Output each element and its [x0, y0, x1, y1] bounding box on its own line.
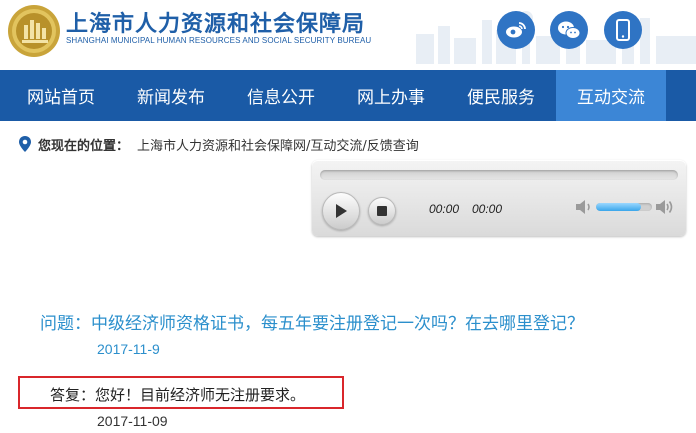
wechat-link[interactable] — [550, 11, 588, 49]
nav-item-home[interactable]: 网站首页 — [6, 70, 116, 121]
main-nav: 网站首页 新闻发布 信息公开 网上办事 便民服务 互动交流 — [0, 70, 696, 121]
stop-button[interactable] — [368, 197, 396, 225]
wechat-icon — [558, 21, 581, 39]
volume-up-icon[interactable] — [654, 198, 674, 216]
nav-item-interaction[interactable]: 互动交流 — [556, 70, 666, 121]
site-header: 上海市人力资源和社会保障局 SHANGHAI MUNICIPAL HUMAN R… — [0, 0, 696, 64]
weibo-icon — [506, 22, 526, 38]
current-time: 00:00 — [429, 202, 460, 216]
breadcrumb-prefix: 您现在的位置： — [38, 138, 130, 154]
location-pin-icon — [19, 136, 31, 152]
answer-date: 2017-11-09 — [97, 413, 168, 429]
city-skyline-illustration — [416, 11, 696, 64]
audio-player: 00:00 00:00 — [312, 160, 686, 236]
site-title: 上海市人力资源和社会保障局 — [66, 12, 366, 37]
stop-icon — [377, 206, 387, 216]
nav-item-news[interactable]: 新闻发布 — [116, 70, 226, 121]
breadcrumb: 您现在的位置： 上海市人力资源和社会保障网/ 互动交流/ 反馈查询 — [18, 133, 419, 155]
breadcrumb-link-feedback[interactable]: 反馈查询 — [367, 135, 419, 154]
mobile-icon — [616, 19, 630, 41]
play-button[interactable] — [322, 192, 360, 230]
audio-progress-track[interactable] — [320, 170, 678, 180]
volume-slider[interactable] — [596, 203, 652, 211]
breadcrumb-link-home[interactable]: 上海市人力资源和社会保障网/ — [137, 135, 310, 154]
nav-item-public-services[interactable]: 便民服务 — [446, 70, 556, 121]
site-subtitle: SHANGHAI MUNICIPAL HUMAN RESOURCES AND S… — [66, 36, 372, 45]
question-date: 2017-11-9 — [97, 341, 160, 357]
question-text: 问题：中级经济师资格证书，每五年要注册登记一次吗？在去哪里登记？ — [40, 314, 584, 334]
nav-item-info[interactable]: 信息公开 — [226, 70, 336, 121]
weibo-link[interactable] — [497, 11, 535, 49]
volume-down-icon[interactable] — [574, 198, 594, 216]
volume-level — [596, 203, 641, 211]
nav-item-online-services[interactable]: 网上办事 — [336, 70, 446, 121]
answer-text: 答复：您好！目前经济师无注册要求。 — [50, 386, 306, 404]
play-icon — [336, 204, 347, 218]
breadcrumb-link-interaction[interactable]: 互动交流/ — [310, 135, 366, 154]
mobile-link[interactable] — [604, 11, 642, 49]
bureau-logo — [8, 5, 60, 57]
total-time: 00:00 — [472, 202, 503, 216]
